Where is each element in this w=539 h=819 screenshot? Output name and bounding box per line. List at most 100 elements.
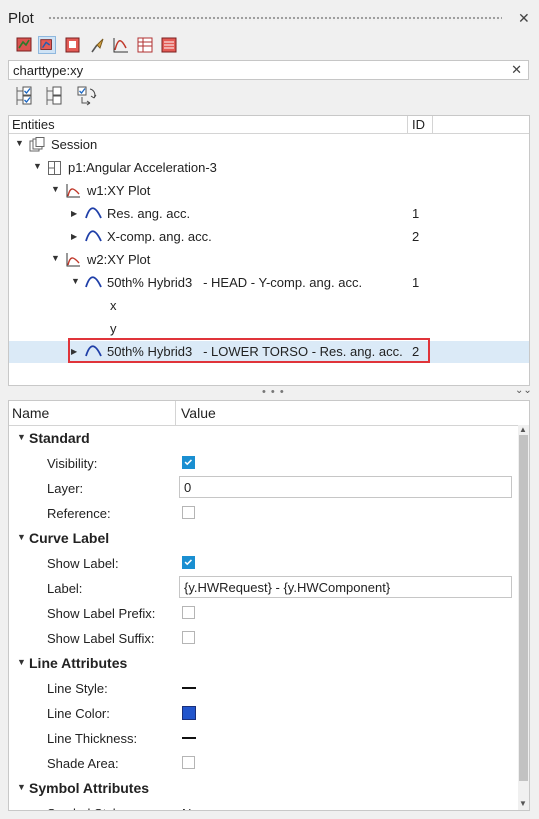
tree-header: Entities ID <box>9 116 529 134</box>
expanded-arrow-icon[interactable]: ▼ <box>15 138 24 148</box>
category-symbol-attributes[interactable]: ▼ Symbol Attributes <box>9 775 517 800</box>
prop-label: Reference: <box>47 506 111 521</box>
sync-icon[interactable] <box>76 85 98 107</box>
entities-column-header[interactable]: Entities <box>12 117 55 132</box>
category-curve-label[interactable]: ▼ Curve Label <box>9 525 517 550</box>
expanded-arrow-icon[interactable]: ▼ <box>17 782 26 792</box>
tree-row-id: 1 <box>412 206 420 221</box>
visibility-checkbox[interactable] <box>182 456 195 469</box>
expanded-arrow-icon[interactable]: ▼ <box>17 657 26 667</box>
table-icon[interactable] <box>136 36 154 54</box>
layer-input[interactable] <box>179 476 512 498</box>
property-scrollbar[interactable]: ▲ ▼ <box>518 425 529 810</box>
pin-icon[interactable] <box>88 36 106 54</box>
category-label: Symbol Attributes <box>29 780 150 796</box>
scrollbar-thumb[interactable] <box>519 435 528 781</box>
prop-line-color: Line Color: <box>9 700 517 725</box>
category-label: Line Attributes <box>29 655 128 671</box>
prop-label: Show Label Suffix: <box>47 631 155 646</box>
plot-page-icon[interactable] <box>64 36 82 54</box>
tree-row-session[interactable]: ▼ Session <box>9 134 529 156</box>
tree-row-id: 1 <box>412 275 420 290</box>
line-color-swatch[interactable] <box>182 706 196 720</box>
tree-row-window-w1[interactable]: ▼ w1:XY Plot <box>9 180 529 202</box>
prop-label: Shade Area: <box>47 756 119 771</box>
report-icon[interactable] <box>160 36 178 54</box>
tree-row-vector[interactable]: y <box>9 318 529 340</box>
page-icon <box>48 161 61 175</box>
plot-add-icon[interactable] <box>16 36 34 54</box>
prop-reference: Reference: <box>9 500 517 525</box>
chart-icon[interactable] <box>112 36 130 54</box>
prop-label: Show Label Prefix: <box>47 606 156 621</box>
tree-row-label: p1:Angular Acceleration-3 <box>68 160 217 175</box>
prop-symbol-style: Symbol Style: N <box>9 800 517 810</box>
panel-splitter[interactable]: • • • <box>262 386 285 398</box>
panel-titlebar: Plot ✕ <box>0 0 539 34</box>
expanded-arrow-icon[interactable]: ▼ <box>71 276 80 286</box>
plot-select-icon[interactable] <box>38 36 56 54</box>
tree-row-window-w2[interactable]: ▼ w2:XY Plot <box>9 249 529 271</box>
panel-drag-grip[interactable] <box>48 16 502 21</box>
line-thickness-swatch[interactable] <box>182 737 196 739</box>
scroll-up-icon[interactable]: ▲ <box>519 425 527 434</box>
collapse-all-icon[interactable] <box>44 85 64 107</box>
curve-icon <box>85 230 102 242</box>
show-suffix-checkbox[interactable] <box>182 631 195 644</box>
tree-row-page[interactable]: ▼ p1:Angular Acceleration-3 <box>9 157 529 179</box>
panel-title: Plot <box>8 10 34 27</box>
show-label-checkbox[interactable] <box>182 556 195 569</box>
double-chevron-down-icon[interactable]: ⌄⌄ <box>515 385 532 396</box>
id-column-header[interactable]: ID <box>412 117 425 132</box>
prop-label: Symbol Style: <box>47 806 126 810</box>
prop-show-label-prefix: Show Label Prefix: <box>9 600 517 625</box>
prop-visibility: Visibility: <box>9 450 517 475</box>
category-standard[interactable]: ▼ Standard <box>9 425 517 450</box>
value-column-header[interactable]: Value <box>181 405 216 421</box>
collapsed-arrow-icon[interactable]: ▶ <box>71 209 77 218</box>
category-line-attributes[interactable]: ▼ Line Attributes <box>9 650 517 675</box>
symbol-style-value[interactable]: N <box>182 806 191 810</box>
expanded-arrow-icon[interactable]: ▼ <box>17 532 26 542</box>
curve-icon <box>85 207 102 219</box>
xy-plot-icon <box>66 184 80 198</box>
tree-row-label: 50th% Hybrid3 - HEAD - Y-comp. ang. acc. <box>107 275 363 290</box>
prop-label: Line Style: <box>47 681 108 696</box>
property-panel: Name Value ▼ Standard Visibility: Layer:… <box>8 400 530 811</box>
collapsed-arrow-icon[interactable]: ▶ <box>71 232 77 241</box>
prop-label: Line Color: <box>47 706 110 721</box>
tree-row-id: 2 <box>412 229 420 244</box>
category-label: Standard <box>29 430 90 446</box>
property-header: Name Value <box>9 401 529 426</box>
expanded-arrow-icon[interactable]: ▼ <box>51 184 60 194</box>
prop-show-label-suffix: Show Label Suffix: <box>9 625 517 650</box>
show-prefix-checkbox[interactable] <box>182 606 195 619</box>
scroll-down-icon[interactable]: ▼ <box>519 799 527 808</box>
tree-row-curve[interactable]: ▶ Res. ang. acc. 1 <box>9 203 529 225</box>
expanded-arrow-icon[interactable]: ▼ <box>17 432 26 442</box>
shade-area-checkbox[interactable] <box>182 756 195 769</box>
session-icon <box>29 137 45 152</box>
filter-search-input[interactable] <box>13 63 493 78</box>
expanded-arrow-icon[interactable]: ▼ <box>51 253 60 263</box>
tree-row-label: w2:XY Plot <box>87 252 151 267</box>
tree-row-label: Session <box>51 137 98 152</box>
tree-row-label: x <box>110 298 117 313</box>
tree-row-vector[interactable]: x <box>9 295 529 317</box>
expanded-arrow-icon[interactable]: ▼ <box>33 161 42 171</box>
clear-search-icon[interactable]: ✕ <box>511 62 522 78</box>
tree-row-curve[interactable]: ▶ X-comp. ang. acc. 2 <box>9 226 529 248</box>
prop-label: Label: <box>9 575 517 600</box>
line-style-swatch[interactable] <box>182 687 196 689</box>
expand-all-icon[interactable] <box>14 85 34 107</box>
tree-row-label: y <box>110 321 117 336</box>
filter-search-box: ✕ <box>8 60 529 80</box>
close-icon[interactable]: ✕ <box>518 10 530 27</box>
reference-checkbox[interactable] <box>182 506 195 519</box>
prop-label: Layer: <box>47 481 84 496</box>
label-input[interactable] <box>179 576 512 598</box>
tree-row-curve[interactable]: ▼ 50th% Hybrid3 - HEAD - Y-comp. ang. ac… <box>9 272 529 294</box>
xy-plot-icon <box>66 253 80 267</box>
prop-line-thickness: Line Thickness: <box>9 725 517 750</box>
name-column-header[interactable]: Name <box>12 405 49 421</box>
